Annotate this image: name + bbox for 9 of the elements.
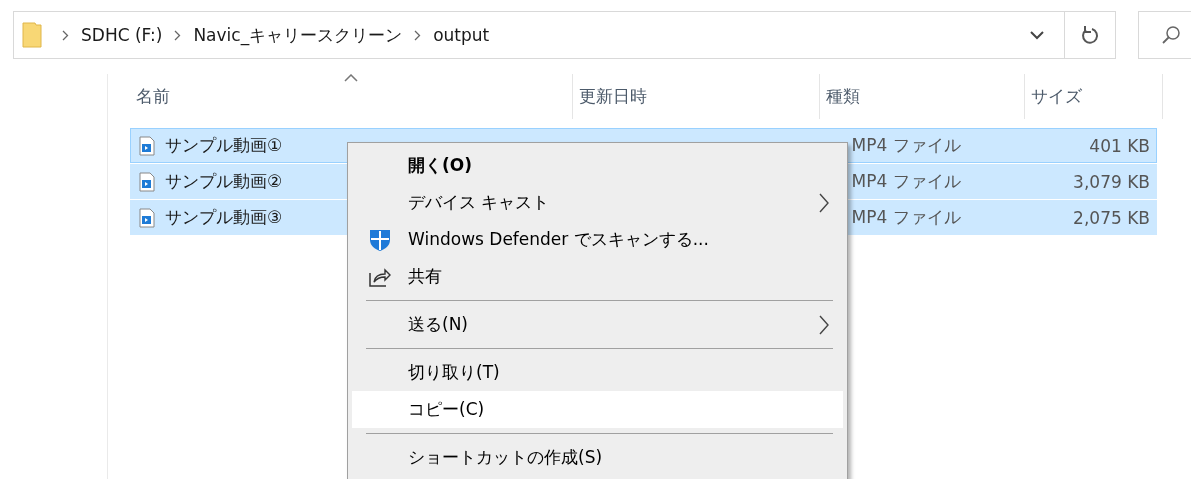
file-size: 401 KB xyxy=(1089,135,1150,156)
file-type: MP4 ファイル xyxy=(851,134,961,157)
file-type: MP4 ファイル xyxy=(851,206,961,229)
file-size: 2,075 KB xyxy=(1073,207,1150,228)
file-type: MP4 ファイル xyxy=(851,170,961,193)
file-name: サンプル動画③ xyxy=(165,206,283,229)
file-name: サンプル動画① xyxy=(165,134,283,157)
file-size: 3,079 KB xyxy=(1073,171,1150,192)
file-name: サンプル動画② xyxy=(165,170,283,193)
